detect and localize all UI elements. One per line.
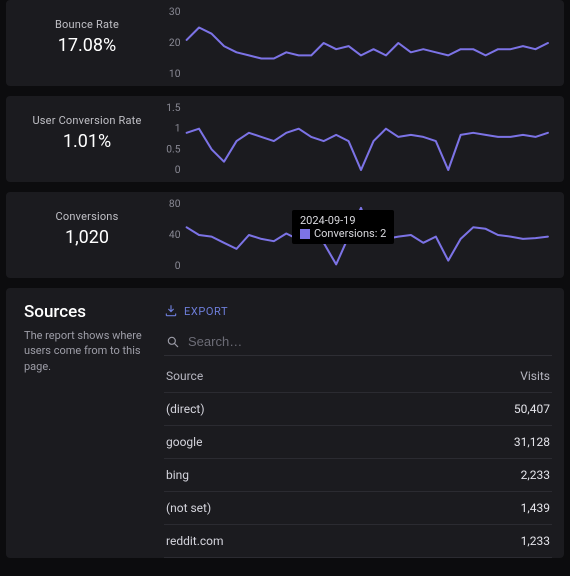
col-visits: Visits	[520, 369, 550, 383]
export-button[interactable]: EXPORT	[164, 302, 228, 320]
sources-section: Sources The report shows where users com…	[6, 288, 564, 558]
search-icon	[166, 335, 180, 349]
table-header: Source Visits	[164, 360, 552, 393]
metric-panel-conversions: Conversions 1,020 04080 2024-09-19 Conve…	[6, 192, 564, 278]
cell-visits: 50,407	[514, 402, 550, 416]
metric-chart-bounce[interactable]: 10 20 30	[162, 8, 552, 78]
download-icon	[164, 304, 178, 318]
sources-title: Sources	[24, 302, 152, 322]
metric-value: 17.08%	[12, 35, 162, 56]
svg-text:40: 40	[169, 230, 181, 241]
metric-panel-ucr: User Conversion Rate 1.01% 0 0.5 1 1.5	[6, 96, 564, 182]
metric-chart-ucr[interactable]: 0 0.5 1 1.5	[162, 104, 552, 174]
search-input[interactable]	[188, 334, 550, 349]
table-row[interactable]: bing 2,233	[164, 459, 552, 492]
export-label: EXPORT	[184, 305, 228, 318]
sources-table: Source Visits (direct) 50,407 google 31,128…	[164, 360, 552, 558]
metric-chart-conversions[interactable]: 04080 2024-09-19 Conversions: 2	[162, 200, 552, 270]
cell-source: (direct)	[166, 402, 205, 416]
svg-text:80: 80	[169, 199, 181, 210]
cell-visits: 2,233	[521, 468, 550, 482]
svg-text:30: 30	[169, 7, 181, 18]
svg-text:10: 10	[169, 69, 181, 80]
cell-visits: 31,128	[514, 435, 550, 449]
table-row[interactable]: (not set) 1,439	[164, 492, 552, 525]
cell-visits: 1,439	[521, 501, 550, 515]
svg-text:0: 0	[175, 165, 181, 176]
svg-text:20: 20	[169, 38, 181, 49]
metric-label: Conversions	[12, 210, 162, 223]
svg-text:0: 0	[175, 261, 181, 272]
table-row[interactable]: reddit.com 1,233	[164, 525, 552, 558]
table-row[interactable]: google 31,128	[164, 426, 552, 459]
cell-source: google	[166, 435, 202, 449]
svg-text:1: 1	[175, 124, 181, 135]
sources-description: The report shows where users come from t…	[24, 328, 152, 374]
metric-value: 1,020	[12, 227, 162, 248]
metric-label: Bounce Rate	[12, 18, 162, 31]
metric-panel-bounce: Bounce Rate 17.08% 10 20 30	[6, 0, 564, 86]
cell-source: reddit.com	[166, 534, 224, 548]
table-row[interactable]: (direct) 50,407	[164, 393, 552, 426]
svg-text:0.5: 0.5	[166, 144, 181, 155]
cell-source: bing	[166, 468, 189, 482]
cell-visits: 1,233	[521, 534, 550, 548]
metric-label: User Conversion Rate	[12, 114, 162, 127]
cell-source: (not set)	[166, 501, 211, 515]
svg-text:1.5: 1.5	[166, 103, 181, 114]
metric-value: 1.01%	[12, 131, 162, 152]
col-source: Source	[166, 369, 203, 383]
